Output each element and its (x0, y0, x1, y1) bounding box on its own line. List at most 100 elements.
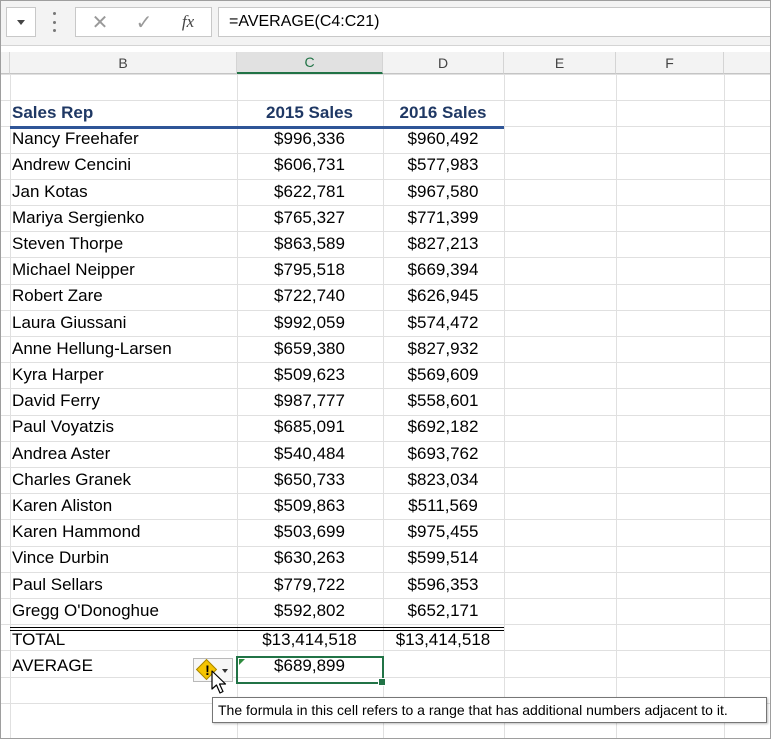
formula-bar: ✕ ✓ fx =AVERAGE(C4:C21) (0, 0, 771, 46)
cell-sales-rep[interactable]: Charles Granek (12, 467, 234, 493)
cell-2016-sales[interactable]: $599,514 (383, 545, 503, 571)
table-row: Michael Neipper $795,518 $669,394 (0, 257, 771, 283)
total-border (10, 630, 504, 631)
cell-2016-sales[interactable]: 2016 Sales (383, 100, 503, 126)
cell-2015-sales[interactable]: 2015 Sales (237, 100, 382, 126)
cell-2015-sales[interactable]: $722,740 (237, 283, 382, 309)
cell-2015-sales[interactable]: $622,781 (237, 179, 382, 205)
formula-buttons: ✕ ✓ fx (75, 7, 212, 37)
cell-2016-sales[interactable]: $771,399 (383, 205, 503, 231)
cell-2016-sales[interactable]: $823,034 (383, 467, 503, 493)
cell-sales-rep[interactable]: Paul Sellars (12, 572, 234, 598)
table-row: Robert Zare $722,740 $626,945 (0, 283, 771, 309)
cell-2015-sales[interactable]: $592,802 (237, 598, 382, 624)
name-box-dropdown[interactable] (6, 7, 36, 37)
cell-2016-sales[interactable]: $960,492 (383, 126, 503, 152)
cell-2015-sales[interactable]: $996,336 (237, 126, 382, 152)
close-icon: ✕ (91, 11, 109, 34)
active-cell-c23[interactable] (236, 656, 386, 686)
cell-2015-sales[interactable]: $650,733 (237, 467, 382, 493)
cell-2015-sales[interactable]: $779,722 (237, 572, 382, 598)
cell-2015-sales[interactable]: $765,327 (237, 205, 382, 231)
cell-2015-sales[interactable]: $630,263 (237, 545, 382, 571)
cell-2015-sales[interactable]: $659,380 (237, 336, 382, 362)
cell-sales-rep[interactable]: Jan Kotas (12, 179, 234, 205)
table-row: Steven Thorpe $863,589 $827,213 (0, 231, 771, 257)
gridline-horizontal (0, 624, 771, 625)
cell-sales-rep[interactable]: Sales Rep (12, 100, 234, 126)
cell-2016-sales[interactable]: $669,394 (383, 257, 503, 283)
cell-sales-rep[interactable]: Vince Durbin (12, 545, 234, 571)
column-header-c[interactable]: C (237, 52, 383, 74)
cell-2016-sales[interactable]: $693,762 (383, 441, 503, 467)
cell-2015-sales[interactable]: $509,623 (237, 362, 382, 388)
cell-2016-sales[interactable]: $596,353 (383, 572, 503, 598)
cell-sales-rep[interactable]: Steven Thorpe (12, 231, 234, 257)
cell-2016-sales[interactable]: $652,171 (383, 598, 503, 624)
enter-button[interactable]: ✓ (124, 8, 164, 36)
cell-2016-sales[interactable]: $975,455 (383, 519, 503, 545)
cell-sales-rep[interactable]: Robert Zare (12, 283, 234, 309)
chevron-down-icon (17, 19, 25, 25)
cell-2015-sales[interactable]: $606,731 (237, 152, 382, 178)
cell-2016-sales[interactable]: $692,182 (383, 414, 503, 440)
cell-2016-sales[interactable]: $967,580 (383, 179, 503, 205)
cell-2015-sales[interactable]: $509,863 (237, 493, 382, 519)
check-icon: ✓ (135, 11, 153, 34)
cell-2015-sales[interactable]: $863,589 (237, 231, 382, 257)
table-row: Paul Voyatzis $685,091 $692,182 (0, 414, 771, 440)
cell-sales-rep[interactable]: Nancy Freehafer (12, 126, 234, 152)
cell-2016-sales[interactable]: $558,601 (383, 388, 503, 414)
cell-2015-sales[interactable]: $795,518 (237, 257, 382, 283)
table-row: Charles Granek $650,733 $823,034 (0, 467, 771, 493)
table-row: AVERAGE $689,899 (0, 653, 771, 679)
cell-sales-rep[interactable]: David Ferry (12, 388, 234, 414)
column-header-b[interactable]: B (10, 52, 237, 74)
row-header-corner[interactable] (0, 52, 10, 74)
cell-2015-sales[interactable]: $503,699 (237, 519, 382, 545)
header-rule (10, 126, 504, 129)
cell-sales-rep[interactable]: Kyra Harper (12, 362, 234, 388)
cell-2016-sales[interactable]: $574,472 (383, 310, 503, 336)
table-row: Andrea Aster $540,484 $693,762 (0, 441, 771, 467)
fill-handle[interactable] (378, 678, 386, 686)
cell-sales-rep[interactable]: Mariya Sergienko (12, 205, 234, 231)
worksheet-grid: Sales Rep 2015 Sales 2016 Sales Nancy Freeh… (0, 74, 771, 739)
table-row: Anne Hellung-Larsen $659,380 $827,932 (0, 336, 771, 362)
cell-2016-sales[interactable]: $827,213 (383, 231, 503, 257)
column-header-d[interactable]: D (383, 52, 504, 74)
cell-2016-sales[interactable]: $511,569 (383, 493, 503, 519)
cancel-button[interactable]: ✕ (80, 8, 120, 36)
cell-2016-sales[interactable]: $577,983 (383, 152, 503, 178)
formula-bar-grip-icon[interactable] (52, 12, 56, 32)
cell-sales-rep[interactable]: Andrea Aster (12, 441, 234, 467)
table-row: David Ferry $987,777 $558,601 (0, 388, 771, 414)
column-header-g[interactable] (724, 52, 771, 74)
table-row: Karen Aliston $509,863 $511,569 (0, 493, 771, 519)
cell-sales-rep[interactable]: Laura Giussani (12, 310, 234, 336)
column-header-e[interactable]: E (504, 52, 616, 74)
cell-2015-sales[interactable]: $540,484 (237, 441, 382, 467)
column-header-f[interactable]: F (616, 52, 724, 74)
cell-2016-sales[interactable]: $626,945 (383, 283, 503, 309)
table-row: Andrew Cencini $606,731 $577,983 (0, 152, 771, 178)
cell-sales-rep[interactable]: Gregg O'Donoghue (12, 598, 234, 624)
total-border (10, 627, 504, 628)
cell-2015-sales[interactable]: $987,777 (237, 388, 382, 414)
cell-sales-rep[interactable]: Paul Voyatzis (12, 414, 234, 440)
cell-sales-rep[interactable]: Karen Hammond (12, 519, 234, 545)
cell-sales-rep[interactable]: Anne Hellung-Larsen (12, 336, 234, 362)
formula-input[interactable]: =AVERAGE(C4:C21) (218, 7, 771, 37)
insert-function-button[interactable]: fx (168, 8, 208, 36)
cell-2015-sales[interactable]: $992,059 (237, 310, 382, 336)
table-row: Kyra Harper $509,623 $569,609 (0, 362, 771, 388)
cell-sales-rep[interactable]: Andrew Cencini (12, 152, 234, 178)
cell-sales-rep[interactable]: Michael Neipper (12, 257, 234, 283)
cell-sales-rep[interactable]: Karen Aliston (12, 493, 234, 519)
cell-2016-sales[interactable]: $827,932 (383, 336, 503, 362)
cell-2015-sales[interactable]: $685,091 (237, 414, 382, 440)
table-row: Paul Sellars $779,722 $596,353 (0, 572, 771, 598)
cell-2016-sales[interactable]: $569,609 (383, 362, 503, 388)
table-row: Karen Hammond $503,699 $975,455 (0, 519, 771, 545)
table-header-row: Sales Rep 2015 Sales 2016 Sales (0, 100, 771, 126)
